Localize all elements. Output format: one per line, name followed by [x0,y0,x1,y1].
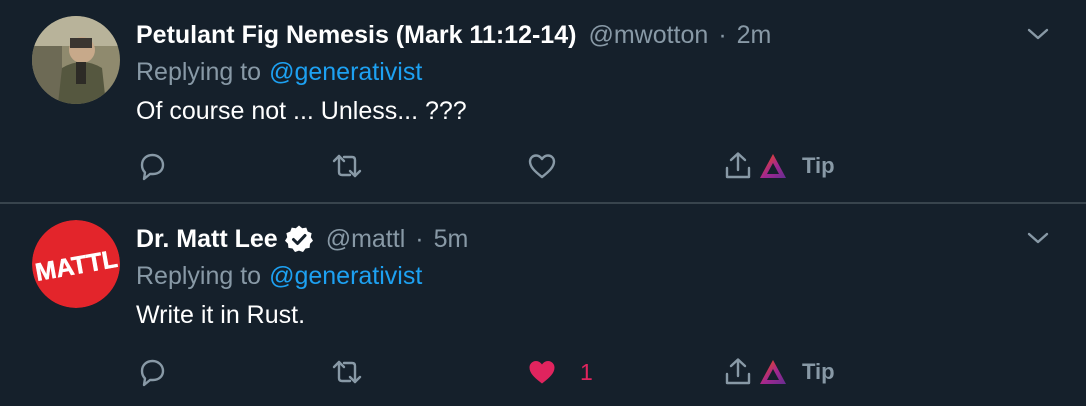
retweet-button[interactable] [330,352,364,392]
avatar[interactable]: MATTL [32,220,120,308]
heart-filled-icon [529,361,555,384]
tweet-text: Write it in Rust. [136,300,306,329]
separator-dot: · [415,224,424,253]
replying-to-label: Replying to [136,57,262,86]
replying-to-handle[interactable]: @generativist [269,262,422,291]
tip-label: Tip [802,359,835,384]
replying-to-label: Replying to [136,261,262,290]
brave-tip-icon [760,154,786,178]
retweet-icon [332,154,362,178]
timestamp[interactable]: 2m [737,21,772,50]
chevron-down-icon[interactable] [1026,230,1050,246]
tweet[interactable]: MATTL Dr. Matt Lee @mattl · 5m Replying … [0,204,1086,406]
share-button[interactable] [722,352,754,392]
avatar[interactable] [32,16,120,104]
user-handle[interactable]: @mwotton [588,21,708,50]
reply-icon [140,359,165,387]
tip-button[interactable]: Tip [758,146,835,186]
like-count: 1 [580,358,593,385]
like-button[interactable] [526,146,558,186]
heart-icon [528,154,556,179]
timestamp[interactable]: 5m [434,225,469,254]
user-handle[interactable]: @mattl [326,225,406,254]
reply-button[interactable] [136,352,168,392]
retweet-button[interactable] [330,146,364,186]
reply-button[interactable] [136,146,168,186]
share-icon [725,358,751,385]
retweet-icon [332,360,362,384]
tweet-text: Of course not ... Unless... ??? [136,96,467,125]
like-button[interactable]: 1 [526,352,593,392]
avatar-logo: MATTL [32,220,120,308]
share-button[interactable] [722,146,754,186]
display-name[interactable]: Petulant Fig Nemesis (Mark 11:12-14) [136,21,576,50]
tip-button[interactable]: Tip [758,352,835,392]
tip-label: Tip [802,153,835,178]
verified-badge-icon [284,224,314,254]
chevron-down-icon[interactable] [1026,26,1050,42]
avatar-photo [32,16,120,104]
display-name[interactable]: Dr. Matt Lee [136,225,278,254]
reply-icon [140,153,165,181]
tweet[interactable]: Petulant Fig Nemesis (Mark 11:12-14) @mw… [0,0,1086,204]
brave-tip-icon [760,360,786,384]
separator-dot: · [718,20,727,49]
replying-to-handle[interactable]: @generativist [269,58,422,87]
share-icon [725,152,751,179]
